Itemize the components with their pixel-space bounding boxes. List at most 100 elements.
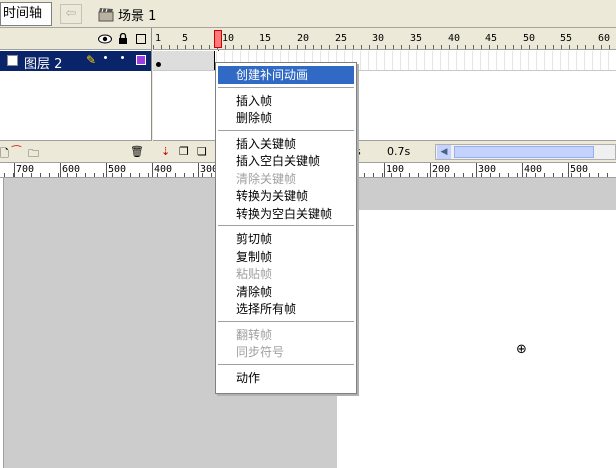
ruler-tick <box>157 173 158 177</box>
lock-dot[interactable] <box>121 56 124 59</box>
frame-tick <box>249 45 250 49</box>
outline-icon[interactable] <box>136 34 146 44</box>
scene-label[interactable]: 场景 1 <box>118 5 156 24</box>
ruler-tick <box>607 173 608 177</box>
ruler-major-tick <box>430 163 431 177</box>
stage-canvas[interactable] <box>337 210 616 468</box>
menu-item[interactable]: 创建补间动画 <box>218 66 354 84</box>
menu-item[interactable]: 删除帧 <box>218 109 354 127</box>
frame-number: 55 <box>560 33 573 44</box>
frame-tick <box>481 45 482 49</box>
ruler-tick <box>454 173 455 177</box>
frame-tick <box>185 45 186 49</box>
ruler-tick <box>13 173 14 177</box>
ruler-tick <box>112 173 113 177</box>
frame-tick <box>297 45 298 49</box>
ruler-tick <box>562 173 563 177</box>
ruler-tick <box>598 173 599 177</box>
menu-item[interactable]: 剪切帧 <box>218 230 354 248</box>
frame-number: 50 <box>523 33 536 44</box>
ruler-tick <box>148 173 149 177</box>
frame-tick <box>537 45 538 49</box>
frame-number: 10 <box>222 33 235 44</box>
scrollbar-thumb[interactable] <box>454 146 594 158</box>
ruler-tick <box>472 173 473 177</box>
onion-skin-icon[interactable]: ❐ <box>179 145 189 158</box>
frame-tick <box>329 45 330 49</box>
eye-icon[interactable] <box>98 34 112 44</box>
menu-item[interactable]: 插入关键帧 <box>218 135 354 153</box>
frame-tick <box>377 45 378 49</box>
lock-icon[interactable] <box>118 33 128 45</box>
ruler-tick <box>364 173 365 177</box>
frame-tick <box>545 45 546 49</box>
ruler-tick <box>580 173 581 177</box>
frame-tick <box>361 45 362 49</box>
add-guide-layer-icon[interactable]: ⁀ <box>12 145 21 158</box>
ruler-tick <box>40 173 41 177</box>
frame-number: 35 <box>410 33 423 44</box>
ruler-tick <box>490 173 491 177</box>
frame-tick <box>201 45 202 49</box>
menu-item[interactable]: 转换为空白关键帧 <box>218 205 354 223</box>
ruler-tick <box>94 173 95 177</box>
ruler-tick <box>391 173 392 177</box>
frame-number: 45 <box>485 33 498 44</box>
frame-tick <box>449 45 450 49</box>
menu-item[interactable]: 复制帧 <box>218 248 354 266</box>
onion-outline-icon[interactable]: ❏ <box>197 145 207 158</box>
menu-separator <box>218 225 354 226</box>
frame-tick <box>433 45 434 49</box>
ruler-tick <box>445 173 446 177</box>
layer-name[interactable]: 图层 2 <box>24 53 62 72</box>
frame-tick <box>337 45 338 49</box>
ruler-tick <box>67 173 68 177</box>
timeline-toggle-button[interactable]: 时间轴 <box>0 2 52 26</box>
frame-tick <box>529 45 530 49</box>
frame-number: 15 <box>259 33 272 44</box>
frame-tick <box>409 45 410 49</box>
layer-row[interactable]: 图层 2 ✎ <box>0 51 151 72</box>
ruler-major-tick <box>476 163 477 177</box>
ruler-major-tick <box>522 163 523 177</box>
frame-tick <box>273 45 274 49</box>
menu-item[interactable]: 选择所有帧 <box>218 300 354 318</box>
scroll-left-icon[interactable]: ◀ <box>437 145 451 159</box>
frame-tick <box>353 45 354 49</box>
ruler-tick <box>139 173 140 177</box>
frame-tick <box>289 45 290 49</box>
trash-icon[interactable]: 🗑 <box>130 145 144 158</box>
menu-item: 粘贴帧 <box>236 267 273 281</box>
playhead[interactable] <box>214 30 222 48</box>
frame-tick <box>585 45 586 49</box>
frame-ruler[interactable]: 1 5 10 15 20 25 30 35 40 45 50 55 60 <box>153 28 616 50</box>
ruler-tick <box>85 173 86 177</box>
horizontal-scrollbar[interactable]: ◀ <box>435 144 616 160</box>
layer-color-swatch[interactable] <box>136 55 146 65</box>
frame-tick <box>345 45 346 49</box>
frame-tick <box>593 45 594 49</box>
menu-item[interactable]: 插入空白关键帧 <box>218 152 354 170</box>
menu-item[interactable]: 插入帧 <box>218 92 354 110</box>
frame-tick <box>233 45 234 49</box>
frame-tick <box>609 45 610 49</box>
frame-tick <box>241 45 242 49</box>
layer-header <box>0 28 151 50</box>
back-icon[interactable]: ⇦ <box>60 4 82 24</box>
frame-tick <box>465 45 466 49</box>
frame-span[interactable] <box>153 51 215 70</box>
ruler-tick <box>49 173 50 177</box>
elapsed-time: 0.7s <box>387 145 411 158</box>
menu-item[interactable]: 动作 <box>218 369 354 387</box>
frame-tick <box>177 45 178 49</box>
frame-tick <box>457 45 458 49</box>
ruler-tick <box>31 173 32 177</box>
menu-separator <box>218 320 354 322</box>
center-frame-icon[interactable]: ⇣ <box>161 145 170 158</box>
visibility-dot[interactable] <box>104 56 107 59</box>
frame-tick <box>281 45 282 49</box>
menu-separator <box>218 129 354 131</box>
menu-item[interactable]: 转换为关键帧 <box>218 187 354 205</box>
menu-item[interactable]: 清除帧 <box>218 283 354 301</box>
ruler-tick <box>400 173 401 177</box>
